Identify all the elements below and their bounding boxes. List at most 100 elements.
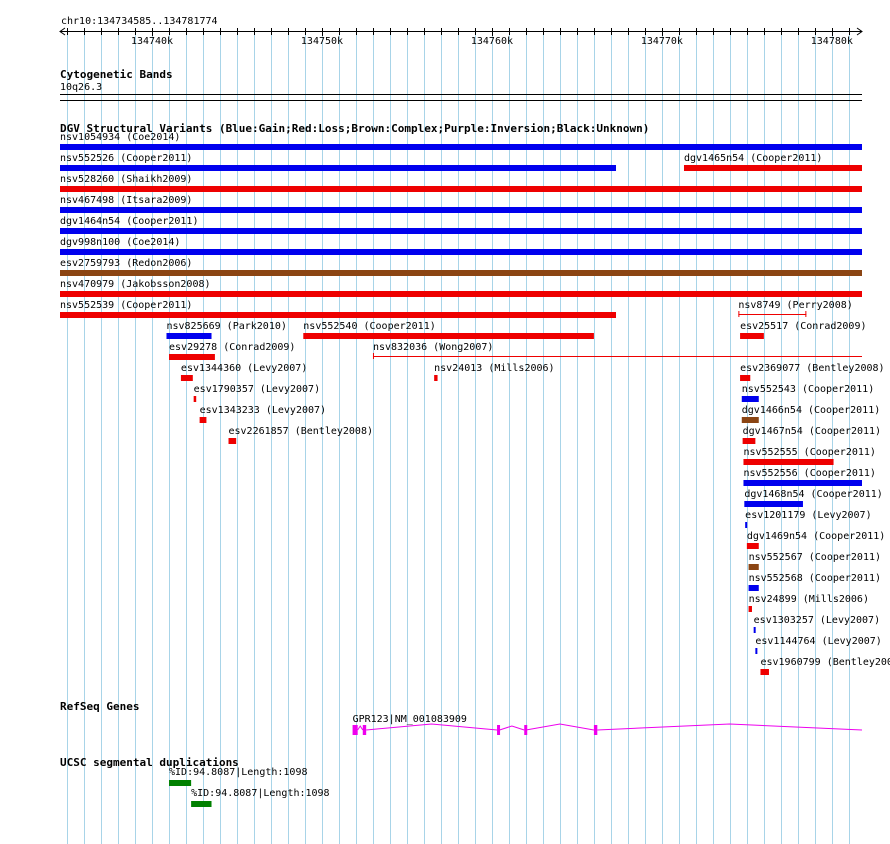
cytoband-line-bottom — [60, 100, 862, 101]
cytoband-label: 10q26.3 — [60, 82, 102, 93]
variant-bar[interactable] — [748, 585, 759, 591]
variant-bar[interactable] — [60, 228, 862, 234]
variant-feature[interactable]: esv1790357 (Levy2007) — [193, 384, 320, 402]
variant-bar[interactable] — [169, 354, 215, 360]
gene-exon[interactable] — [497, 725, 501, 735]
variant-feature[interactable]: esv1343233 (Levy2007) — [199, 405, 326, 423]
variant-label: esv1201179 (Levy2007) — [745, 510, 871, 521]
variant-feature[interactable]: dgv1464n54 (Cooper2011) — [60, 216, 862, 234]
segdup-feature[interactable]: %ID:94.8087|Length:1098 — [169, 767, 308, 786]
variant-label: nsv24013 (Mills2006) — [434, 363, 554, 374]
variant-bar[interactable] — [60, 291, 862, 297]
gene-feature[interactable]: GPR123|NM_001083909 — [352, 714, 863, 735]
variant-label: esv2759793 (Redon2006) — [60, 258, 192, 269]
variant-feature[interactable]: nsv24013 (Mills2006) — [434, 363, 555, 381]
variant-feature[interactable]: nsv552543 (Cooper2011) — [741, 384, 874, 402]
variant-bar[interactable] — [683, 165, 862, 171]
cytoband-line-top — [60, 94, 862, 95]
variant-bar[interactable] — [746, 543, 759, 549]
variant-bar[interactable] — [228, 438, 237, 444]
variant-feature[interactable]: dgv1465n54 (Cooper2011) — [683, 153, 862, 171]
variant-bar[interactable] — [743, 480, 862, 486]
variant-bar[interactable] — [741, 396, 759, 402]
segdup-bar[interactable] — [169, 780, 192, 786]
gene-exon[interactable] — [593, 725, 598, 735]
variant-bar[interactable] — [60, 270, 862, 276]
variant-bar[interactable] — [744, 501, 803, 507]
variant-feature[interactable]: esv2261857 (Bentley2008) — [228, 426, 374, 444]
variant-feature[interactable]: dgv1467n54 (Cooper2011) — [742, 426, 881, 444]
ruler-tick-label: 134750k — [301, 36, 343, 47]
variant-bar[interactable] — [60, 144, 862, 150]
variant-feature[interactable]: nsv552568 (Cooper2011) — [748, 573, 881, 591]
variant-bar[interactable] — [748, 606, 752, 612]
variant-bar[interactable] — [740, 375, 751, 381]
variant-bar[interactable] — [743, 459, 834, 465]
variant-bar[interactable] — [745, 522, 748, 528]
variant-label: nsv552540 (Cooper2011) — [303, 321, 435, 332]
variant-label: dgv1469n54 (Cooper2011) — [747, 531, 885, 542]
variant-bar[interactable] — [60, 312, 617, 318]
variant-feature[interactable]: dgv1466n54 (Cooper2011) — [741, 405, 880, 423]
variant-label: nsv470979 (Jakobsson2008) — [60, 279, 211, 290]
variant-bar[interactable] — [180, 375, 193, 381]
variant-bar[interactable] — [434, 375, 438, 381]
variant-feature[interactable]: nsv552526 (Cooper2011) — [60, 153, 617, 171]
variant-feature[interactable]: esv29278 (Conrad2009) — [169, 342, 295, 360]
variant-bar[interactable] — [60, 186, 862, 192]
variant-bar[interactable] — [60, 165, 617, 171]
variant-feature[interactable]: nsv552539 (Cooper2011) — [60, 300, 617, 318]
variant-feature[interactable]: esv1303257 (Levy2007) — [753, 615, 880, 633]
variant-feature[interactable]: nsv832036 (Wong2007) — [372, 342, 862, 359]
variant-feature[interactable]: nsv470979 (Jakobsson2008) — [60, 279, 862, 297]
variant-feature[interactable]: nsv825669 (Park2010) — [166, 321, 287, 339]
variant-label: nsv528260 (Shaikh2009) — [60, 174, 192, 185]
variant-bar[interactable] — [755, 648, 758, 654]
segdup-feature[interactable]: %ID:94.8087|Length:1098 — [191, 788, 330, 807]
variant-feature[interactable]: dgv1469n54 (Cooper2011) — [746, 531, 885, 549]
variant-feature[interactable]: nsv552567 (Cooper2011) — [748, 552, 881, 570]
variant-bar[interactable] — [166, 333, 212, 339]
variant-label: dgv1465n54 (Cooper2011) — [684, 153, 822, 164]
variant-feature[interactable]: nsv8749 (Perry2008) — [738, 300, 853, 317]
ruler-tick-label: 134770k — [641, 36, 683, 47]
gene-exon[interactable] — [362, 725, 367, 735]
variant-feature[interactable]: esv25517 (Conrad2009) — [740, 321, 867, 339]
variant-feature[interactable]: dgv1468n54 (Cooper2011) — [744, 489, 883, 507]
ruler-tick-label: 134740k — [131, 36, 173, 47]
variant-feature[interactable]: dgv998n100 (Coe2014) — [60, 237, 862, 255]
variant-bar[interactable] — [740, 333, 764, 339]
gene-exon[interactable] — [352, 725, 358, 735]
gene-exon[interactable] — [524, 725, 528, 735]
variant-bar[interactable] — [741, 417, 759, 423]
variant-feature[interactable]: nsv24899 (Mills2006) — [748, 594, 869, 612]
variant-label: nsv1054934 (Coe2014) — [60, 132, 180, 143]
variant-bar[interactable] — [748, 564, 759, 570]
variant-label: dgv1466n54 (Cooper2011) — [742, 405, 880, 416]
variant-feature[interactable]: nsv467498 (Itsara2009) — [60, 195, 862, 213]
variant-feature[interactable]: esv1960799 (Bentley2008) — [760, 657, 890, 675]
variant-feature[interactable]: esv1144764 (Levy2007) — [755, 636, 882, 654]
variant-bar[interactable] — [193, 396, 197, 402]
variant-feature[interactable]: nsv552556 (Cooper2011) — [743, 468, 876, 486]
ruler[interactable]: 134740k 134750k 134760k 134770k 134780k — [59, 27, 863, 47]
variant-feature[interactable]: esv2759793 (Redon2006) — [60, 258, 862, 276]
variant-feature[interactable]: esv2369077 (Bentley2008) — [740, 363, 885, 381]
variant-bar[interactable] — [60, 249, 862, 255]
variant-bar[interactable] — [742, 438, 756, 444]
variant-bar[interactable] — [199, 417, 207, 423]
variant-feature[interactable]: nsv528260 (Shaikh2009) — [60, 174, 862, 192]
segdup-bar[interactable] — [191, 801, 212, 807]
variant-feature[interactable]: nsv552540 (Cooper2011) — [303, 321, 594, 339]
variant-bar[interactable] — [303, 333, 594, 339]
variant-label: nsv552539 (Cooper2011) — [60, 300, 192, 311]
variant-label: esv2369077 (Bentley2008) — [740, 363, 885, 374]
location-text: chr10:134734585..134781774 — [61, 16, 218, 27]
segdup-label: %ID:94.8087|Length:1098 — [191, 788, 329, 799]
variant-label: nsv552567 (Cooper2011) — [749, 552, 881, 563]
variant-bar[interactable] — [760, 669, 769, 675]
variant-feature[interactable]: nsv552555 (Cooper2011) — [743, 447, 876, 465]
variant-label: esv1144764 (Levy2007) — [755, 636, 881, 647]
variant-bar[interactable] — [60, 207, 862, 213]
variant-bar[interactable] — [753, 627, 756, 633]
